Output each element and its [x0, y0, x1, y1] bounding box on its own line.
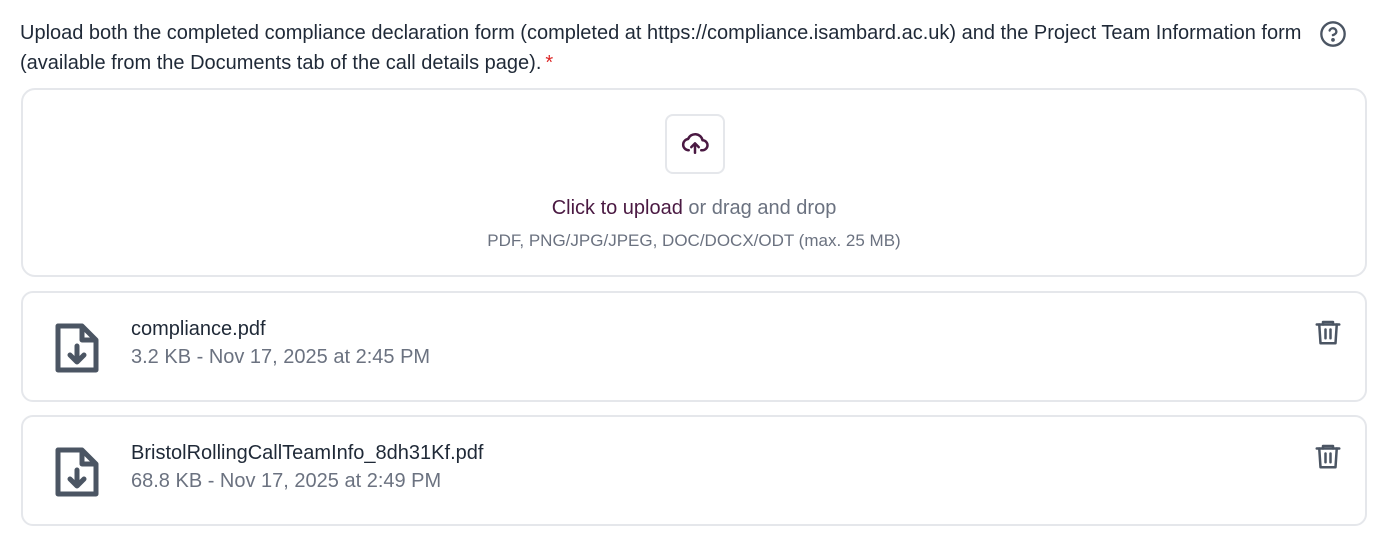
file-download-icon — [55, 323, 99, 373]
file-type-hint: PDF, PNG/JPG/JPEG, DOC/DOCX/ODT (max. 25… — [487, 231, 901, 250]
field-label: Upload both the completed compliance dec… — [20, 18, 1320, 78]
drag-drop-text: or drag and drop — [682, 197, 837, 219]
click-to-upload-link[interactable]: Click to upload — [552, 197, 683, 219]
trash-icon[interactable] — [1313, 317, 1343, 347]
field-label-text: Upload both the completed compliance dec… — [20, 22, 1302, 74]
upload-dropzone[interactable]: Click to upload or drag and drop PDF, PN… — [21, 88, 1367, 277]
required-mark: * — [545, 52, 554, 74]
cloud-upload-icon — [681, 132, 709, 154]
help-circle-icon[interactable] — [1319, 20, 1347, 48]
file-name: compliance.pdf — [131, 318, 266, 340]
uploaded-file-card: compliance.pdf 3.2 KB - Nov 17, 2025 at … — [21, 291, 1367, 402]
file-meta: 3.2 KB - Nov 17, 2025 at 2:45 PM — [131, 346, 431, 368]
upload-button[interactable] — [665, 114, 725, 174]
file-meta: 68.8 KB - Nov 17, 2025 at 2:49 PM — [131, 470, 442, 492]
dropzone-instructions: Click to upload or drag and drop — [23, 194, 1365, 222]
file-download-icon — [55, 447, 99, 497]
uploaded-file-card: BristolRollingCallTeamInfo_8dh31Kf.pdf 6… — [21, 415, 1367, 526]
trash-icon[interactable] — [1313, 441, 1343, 471]
field-label-row: Upload both the completed compliance dec… — [20, 18, 1370, 78]
file-name: BristolRollingCallTeamInfo_8dh31Kf.pdf — [131, 442, 484, 464]
